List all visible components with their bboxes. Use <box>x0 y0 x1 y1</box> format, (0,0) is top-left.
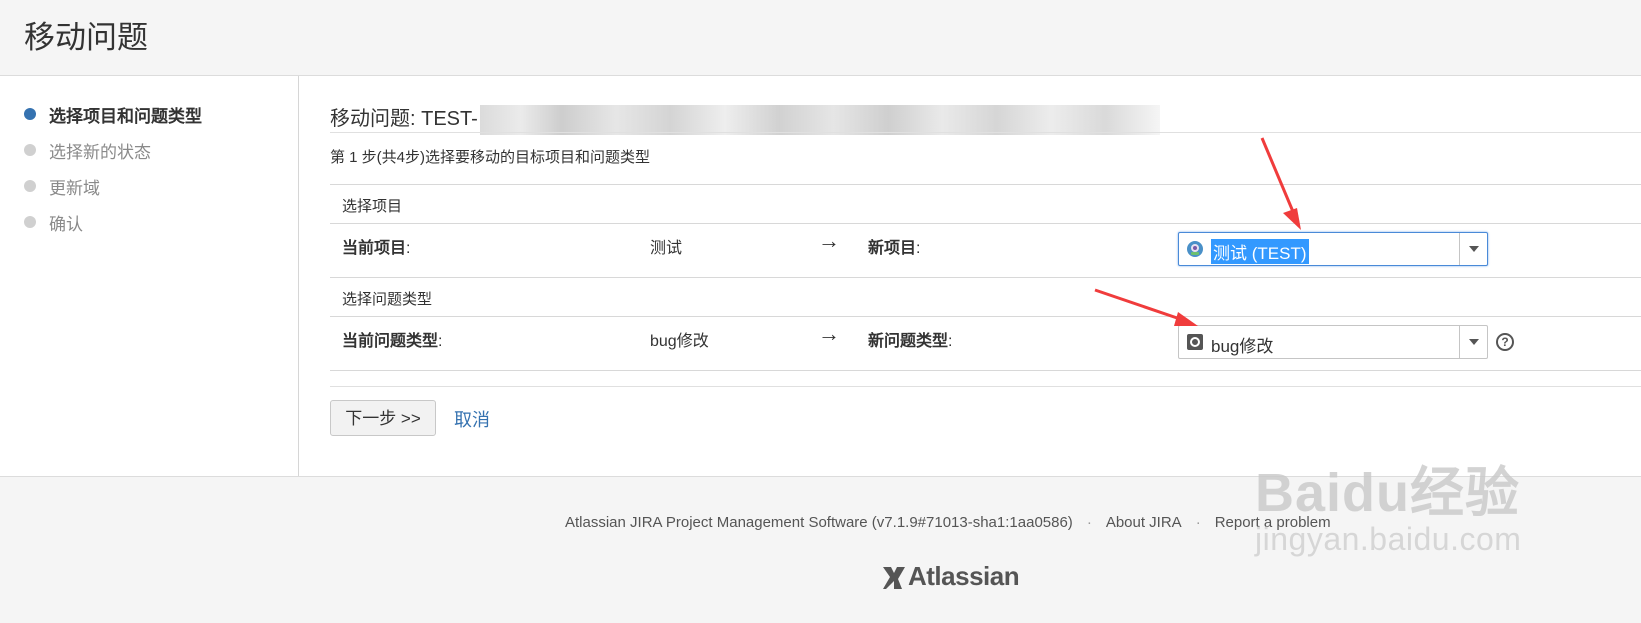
chevron-down-icon[interactable] <box>1459 233 1487 265</box>
project-avatar-icon <box>1187 241 1203 257</box>
cancel-link[interactable]: 取消 <box>454 406 490 432</box>
arrow-icon: → <box>818 321 840 346</box>
step-dot <box>24 180 36 192</box>
section-heading-issuetype: 选择问题类型 <box>330 277 1641 316</box>
footer-software-link[interactable]: Atlassian JIRA Project Management Softwa… <box>565 514 1073 531</box>
step-label: 选择项目和问题类型 <box>49 106 202 126</box>
step-select-status: 选择新的状态 <box>24 138 151 162</box>
step-confirm: 确认 <box>24 210 83 234</box>
step-active-dot <box>24 108 36 120</box>
wizard-steps-sidebar: 选择项目和问题类型 选择新的状态 更新域 确认 <box>0 76 299 476</box>
issuetype-icon <box>1187 334 1203 350</box>
new-project-select[interactable]: 测试 (TEST) <box>1178 232 1488 266</box>
current-project-value: 测试 <box>650 240 683 257</box>
divider <box>330 386 1641 387</box>
current-project-label: 当前项目: <box>342 240 411 257</box>
step-description: 第 1 步(共4步)选择要移动的目标项目和问题类型 <box>330 149 651 166</box>
new-issuetype-label: 新问题类型: <box>868 333 953 350</box>
move-form: 选择项目 当前项目: 测试 → 新项目: 测试 (TEST) 选择问题类型 当前… <box>330 184 1641 371</box>
divider <box>330 132 1641 133</box>
section-heading-project: 选择项目 <box>330 184 1641 223</box>
step-dot <box>24 144 36 156</box>
project-row: 当前项目: 测试 → 新项目: 测试 (TEST) <box>330 223 1641 277</box>
new-project-label: 新项目: <box>868 240 921 257</box>
footer-about-link[interactable]: About JIRA <box>1106 514 1182 531</box>
page-footer: Atlassian JIRA Project Management Softwa… <box>0 476 1641 623</box>
new-issuetype-value: bug修改 <box>1211 337 1274 356</box>
atlassian-logo[interactable]: Atlassian <box>880 561 1020 592</box>
footer-links: Atlassian JIRA Project Management Softwa… <box>565 514 1331 531</box>
redacted-issue-key <box>479 104 1160 135</box>
step-update-fields: 更新域 <box>24 174 100 198</box>
page-header: 移动问题 <box>0 0 1641 76</box>
footer-report-link[interactable]: Report a problem <box>1215 514 1331 531</box>
current-issuetype-label: 当前问题类型: <box>342 333 443 350</box>
step-dot <box>24 216 36 228</box>
step-label: 确认 <box>49 214 83 234</box>
page-title: 移动问题 <box>24 20 148 55</box>
chevron-down-icon[interactable] <box>1459 326 1487 358</box>
current-issuetype-value: bug修改 <box>650 333 709 350</box>
main-content: 移动问题: TEST- 第 1 步(共4步)选择要移动的目标项目和问题类型 选择… <box>330 76 1641 476</box>
new-issuetype-select[interactable]: bug修改 <box>1178 325 1488 359</box>
new-project-value: 测试 (TEST) <box>1211 239 1309 264</box>
step-label: 更新域 <box>49 178 100 198</box>
atlassian-logo-icon <box>883 566 905 589</box>
move-issue-heading: 移动问题: TEST- <box>330 102 1160 135</box>
step-label: 选择新的状态 <box>49 142 151 162</box>
next-button[interactable]: 下一步 >> <box>330 400 436 436</box>
arrow-icon: → <box>818 228 840 253</box>
issuetype-row: 当前问题类型: bug修改 → 新问题类型: bug修改 ? <box>330 316 1641 371</box>
help-icon[interactable]: ? <box>1496 333 1514 351</box>
step-select-project-type: 选择项目和问题类型 <box>24 102 202 126</box>
move-issue-title: 移动问题: TEST- <box>330 108 478 130</box>
